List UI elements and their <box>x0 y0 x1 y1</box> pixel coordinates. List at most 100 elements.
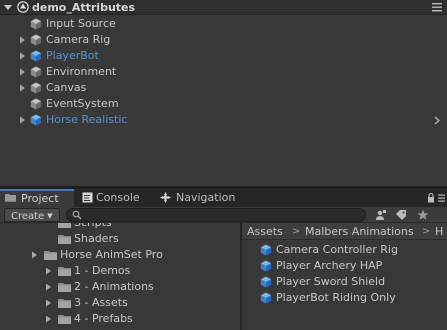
tree-folder-item[interactable]: Shaders <box>0 231 240 247</box>
console-icon <box>82 192 93 203</box>
gameobject-icon <box>30 98 42 110</box>
gameobject-icon <box>30 34 42 46</box>
hierarchy-item[interactable]: Camera Rig <box>0 32 447 48</box>
tree-folder-item[interactable]: 3 - Assets <box>0 295 240 311</box>
tree-folder-label: Horse AnimSet Pro <box>60 248 163 261</box>
tab-navigation-label: Navigation <box>176 191 236 204</box>
breadcrumb: Assets > Malbers Animations > H <box>242 223 447 240</box>
tree-folder-label: 1 - Demos <box>74 264 131 277</box>
tab-bar: Project Console Navigation <box>0 189 447 207</box>
gameobject-icon <box>30 18 42 30</box>
chevron-right-icon[interactable] <box>44 315 52 323</box>
tab-console-label: Console <box>96 191 140 204</box>
create-label: Create <box>11 211 45 222</box>
tree-folder-label: 2 - Animations <box>74 280 154 293</box>
tab-navigation[interactable]: Navigation <box>158 189 248 207</box>
breadcrumb-item[interactable]: Malbers Animations <box>305 223 414 240</box>
chevron-right-icon[interactable] <box>18 116 26 124</box>
tree-folder-item[interactable]: 1 - Demos <box>0 263 240 279</box>
search-input[interactable] <box>85 209 355 221</box>
asset-item[interactable]: Camera Controller Rig <box>242 242 447 258</box>
asset-pane: Assets > Malbers Animations > H Camera C… <box>242 223 447 330</box>
folder-icon <box>44 251 57 260</box>
tree-folder-item[interactable]: 4 - Prefabs <box>0 311 240 327</box>
scene-title: demo_Attributes <box>32 1 136 14</box>
folder-icon <box>58 267 71 276</box>
chevron-right-icon[interactable] <box>30 251 38 259</box>
chevron-right-icon[interactable] <box>44 267 52 275</box>
tree-folder-label: 3 - Assets <box>74 296 128 309</box>
favorite-star-icon[interactable] <box>417 209 429 221</box>
breadcrumb-item[interactable]: Assets <box>247 223 283 240</box>
chevron-right-icon[interactable] <box>18 68 26 76</box>
gameobject-icon <box>30 66 42 78</box>
asset-item-label: Player Sword Shield <box>276 275 386 288</box>
scene-header[interactable]: demo_Attributes <box>0 0 447 15</box>
gameobject-icon <box>30 82 42 94</box>
unity-scene-icon <box>17 1 29 13</box>
breadcrumb-item[interactable]: H <box>435 223 443 240</box>
chevron-right-icon[interactable] <box>18 84 26 92</box>
tree-folder-item[interactable]: Horse AnimSet Pro <box>0 247 240 263</box>
chevron-right-icon[interactable] <box>18 52 26 60</box>
search-field[interactable] <box>66 208 366 222</box>
hierarchy-item[interactable]: Environment <box>0 64 447 80</box>
menu-icon[interactable] <box>431 2 443 13</box>
prefab-icon <box>260 260 272 272</box>
lock-icon[interactable] <box>427 193 435 203</box>
asset-item[interactable]: PlayerBot Riding Only <box>242 290 447 306</box>
filter-by-label-icon[interactable] <box>395 209 407 221</box>
prefab-icon <box>260 292 272 304</box>
hierarchy-item-label: EventSystem <box>46 97 119 110</box>
chevron-right-icon[interactable] <box>44 299 52 307</box>
create-button[interactable]: Create ▼ <box>4 208 60 222</box>
asset-item[interactable]: Player Sword Shield <box>242 274 447 290</box>
hierarchy-item[interactable]: Horse Realistic <box>0 112 447 128</box>
folder-icon <box>58 299 71 308</box>
hierarchy-item-label: Environment <box>46 65 117 78</box>
open-prefab-chevron-icon[interactable] <box>434 116 440 125</box>
folder-icon <box>5 194 16 202</box>
project-toolbar: Create ▼ <box>0 207 447 223</box>
tab-project-label: Project <box>21 192 59 205</box>
folder-icon <box>58 235 71 244</box>
hierarchy-item[interactable]: Input Source <box>0 16 447 32</box>
hierarchy-item[interactable]: Canvas <box>0 80 447 96</box>
filter-by-type-icon[interactable] <box>375 209 387 221</box>
tree-folder-label: 4 - Prefabs <box>74 312 133 325</box>
asset-item[interactable]: Player Archery HAP <box>242 258 447 274</box>
prefab-icon <box>260 276 272 288</box>
asset-item-label: Player Archery HAP <box>276 259 383 272</box>
chevron-right-icon[interactable] <box>18 36 26 44</box>
hierarchy-item-label: Camera Rig <box>46 33 111 46</box>
folder-icon <box>58 315 71 324</box>
caret-down-icon: ▼ <box>47 212 53 220</box>
folder-tree: ScriptsShaders Horse AnimSet Pro 1 - Demos… <box>0 223 240 330</box>
search-icon <box>72 210 82 220</box>
tree-folder-item[interactable]: 2 - Animations <box>0 279 240 295</box>
hierarchy-item-label: PlayerBot <box>46 49 99 62</box>
tree-folder-item[interactable]: Scripts <box>0 223 240 231</box>
folder-icon <box>58 223 71 228</box>
hierarchy-item-label: Input Source <box>46 17 116 30</box>
chevron-right-icon[interactable] <box>44 283 52 291</box>
tree-folder-label: Scripts <box>74 223 112 231</box>
menu-icon[interactable] <box>437 193 446 203</box>
chevron-down-icon[interactable] <box>3 2 13 12</box>
tab-project[interactable]: Project <box>0 189 74 207</box>
prefab-icon <box>260 244 272 256</box>
prefab-icon <box>30 50 42 62</box>
breadcrumb-separator: > <box>422 226 431 237</box>
breadcrumb-separator: > <box>292 226 301 237</box>
hierarchy-panel: demo_Attributes Input Source Camera Rig Pl… <box>0 0 447 186</box>
tree-folder-label: Shaders <box>74 232 119 245</box>
folder-icon <box>58 283 71 292</box>
navigation-icon <box>160 192 171 203</box>
hierarchy-item[interactable]: PlayerBot <box>0 48 447 64</box>
asset-item-label: PlayerBot Riding Only <box>276 291 396 304</box>
asset-item-label: Camera Controller Rig <box>276 243 398 256</box>
tab-console[interactable]: Console <box>78 189 154 207</box>
hierarchy-item-label: Canvas <box>46 81 87 94</box>
prefab-icon <box>30 114 42 126</box>
hierarchy-item[interactable]: EventSystem <box>0 96 447 112</box>
